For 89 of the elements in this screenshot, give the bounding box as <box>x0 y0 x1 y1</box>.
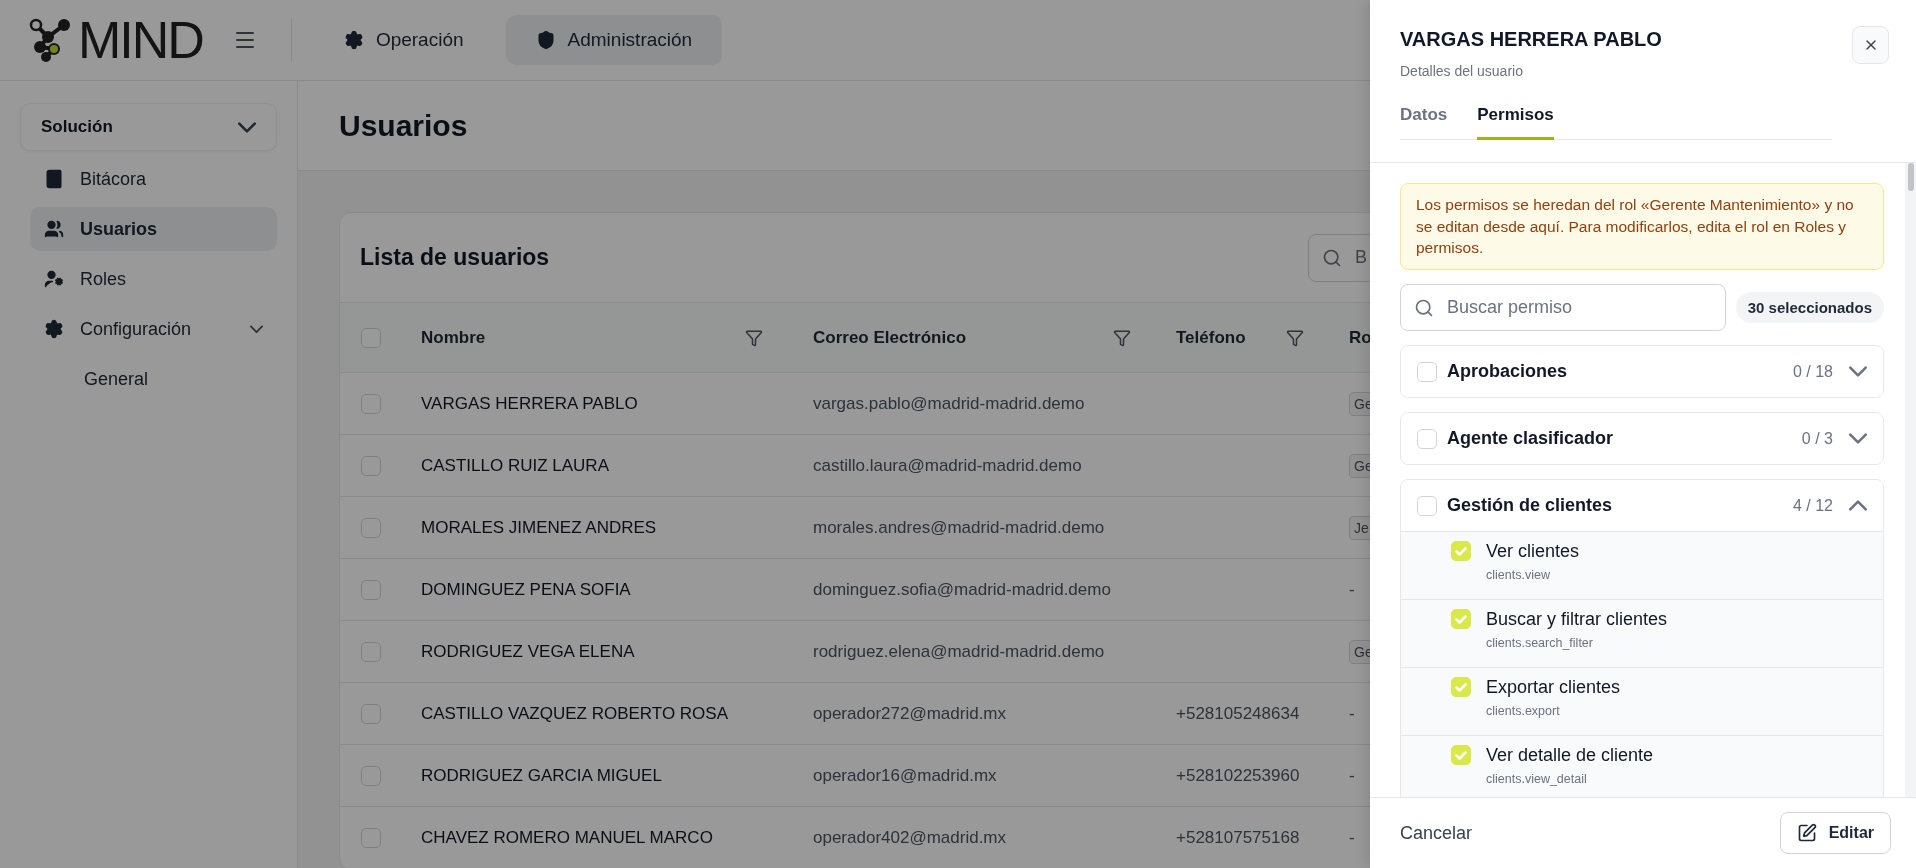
table-cell: +528102253960 <box>1176 765 1300 786</box>
filter-icon[interactable] <box>1113 328 1131 347</box>
table-cell: +528107575168 <box>1176 827 1300 848</box>
group-header[interactable]: Agente clasificador 0 / 3 <box>1401 413 1883 465</box>
checkbox[interactable] <box>361 765 381 786</box>
sidebar-item[interactable]: Configuración <box>30 307 277 351</box>
permission-label: Exportar clientes <box>1486 677 1621 699</box>
page-title: Usuarios <box>339 108 468 143</box>
permission-label: Buscar y filtrar clientes <box>1486 609 1668 631</box>
sidebar-item[interactable]: Roles <box>30 257 277 301</box>
table-cell: RODRIGUEZ GARCIA MIGUEL <box>421 765 662 786</box>
checkbox[interactable] <box>361 579 381 600</box>
checkbox[interactable] <box>361 703 381 724</box>
table-cell: VARGAS HERRERA PABLO <box>421 393 638 414</box>
edit-button[interactable]: Editar <box>1779 812 1891 854</box>
table-cell: dominguez.sofia@madrid-madrid.demo <box>813 579 1111 600</box>
sidebar-item[interactable]: Bitácora <box>30 157 277 201</box>
table-cell: operador402@madrid.mx <box>813 827 1007 848</box>
checkbox[interactable] <box>361 455 381 476</box>
permission-code: clients.export <box>1486 704 1561 719</box>
checkbox[interactable] <box>1417 428 1437 449</box>
checkbox[interactable] <box>1451 541 1471 562</box>
checkbox[interactable] <box>361 393 381 414</box>
check-icon <box>1455 614 1467 624</box>
cancel-button[interactable]: Cancelar <box>1400 822 1473 844</box>
drawer-tab[interactable]: Permisos <box>1477 105 1554 140</box>
checkbox[interactable] <box>361 327 381 348</box>
table-cell: RODRIGUEZ VEGA ELENA <box>421 641 635 662</box>
table-cell: CASTILLO VAZQUEZ ROBERTO ROSA <box>421 703 728 724</box>
table-cell: - <box>1349 765 1355 786</box>
nav-tab[interactable]: Administración <box>505 15 723 65</box>
table-cell: vargas.pablo@madrid-madrid.demo <box>813 393 1085 414</box>
settings-icon <box>44 319 64 339</box>
table-cell: morales.andres@madrid-madrid.demo <box>813 517 1105 538</box>
filter-icon[interactable] <box>745 328 763 347</box>
group-header[interactable]: Aprobaciones 0 / 18 <box>1401 346 1883 398</box>
table-cell: operador272@madrid.mx <box>813 703 1007 724</box>
settings-icon <box>343 30 364 50</box>
table-cell: +528105248634 <box>1176 703 1300 724</box>
table-cell: - <box>1349 579 1355 600</box>
brand-logo-text: MIND <box>78 14 203 66</box>
info-notice: Los permisos se heredan del rol «Gerente Mantenimiento» y no se editan desde aquí. Para modificarlos, edita el rol en Roles y permisos. <box>1400 183 1884 271</box>
table-cell: operador16@madrid.mx <box>813 765 997 786</box>
check-icon <box>1455 682 1467 692</box>
sidebar-subitem[interactable]: General <box>30 357 277 401</box>
permission-label: Ver detalle de cliente <box>1486 745 1654 767</box>
column-header: Teléfono <box>1176 327 1246 348</box>
checkbox[interactable] <box>1451 745 1471 766</box>
close-button[interactable] <box>1852 26 1889 64</box>
column-header: Nombre <box>421 327 486 348</box>
scrollbar[interactable] <box>1905 163 1916 797</box>
checkbox[interactable] <box>361 827 381 848</box>
table-cell: CHAVEZ ROMERO MANUEL MARCO <box>421 827 713 848</box>
permission-search-field[interactable]: Buscar permiso <box>1400 284 1726 332</box>
users-icon <box>44 219 64 239</box>
column-header: Ro <box>1349 327 1372 348</box>
checkbox[interactable] <box>1417 361 1437 382</box>
section-dropdown[interactable]: Solución <box>20 103 277 151</box>
selected-count-badge: 30 seleccionados <box>1735 292 1884 324</box>
permission-code: clients.search_filter <box>1486 636 1594 651</box>
table-cell: DOMINGUEZ PENA SOFIA <box>421 579 631 600</box>
edit-icon <box>1796 823 1817 843</box>
chevron-down-icon <box>238 121 256 133</box>
permission-code: clients.view_detail <box>1486 772 1588 787</box>
table-cell: MORALES JIMENEZ ANDRES <box>421 517 657 538</box>
check-icon <box>1455 750 1467 760</box>
table-cell: CASTILLO RUIZ LAURA <box>421 455 609 476</box>
table-cell: rodriguez.elena@madrid-madrid.demo <box>813 641 1105 662</box>
checkbox[interactable] <box>1451 677 1471 698</box>
drawer-title: VARGAS HERRERA PABLO <box>1400 28 1663 51</box>
user-icon <box>44 269 64 289</box>
column-header: Correo Electrónico <box>813 327 967 348</box>
permission-code: clients.view <box>1486 568 1551 583</box>
check-icon <box>1455 546 1467 556</box>
card-title: Lista de usuarios <box>360 244 550 271</box>
filter-icon[interactable] <box>1286 328 1304 347</box>
checkbox[interactable] <box>1417 495 1437 516</box>
checkbox[interactable] <box>361 517 381 538</box>
drawer-subtitle: Detalles del usuario <box>1400 63 1524 79</box>
book-icon <box>44 169 64 189</box>
table-cell: - <box>1349 827 1355 848</box>
permission-label: Ver clientes <box>1486 541 1580 563</box>
sidebar-item[interactable]: Usuarios <box>30 207 277 251</box>
checkbox[interactable] <box>361 641 381 662</box>
drawer-tab[interactable]: Datos <box>1400 105 1448 140</box>
checkbox[interactable] <box>1451 609 1471 630</box>
nav-tab[interactable]: Operación <box>313 15 494 65</box>
table-cell: - <box>1349 703 1355 724</box>
table-cell: castillo.laura@madrid-madrid.demo <box>813 455 1082 476</box>
